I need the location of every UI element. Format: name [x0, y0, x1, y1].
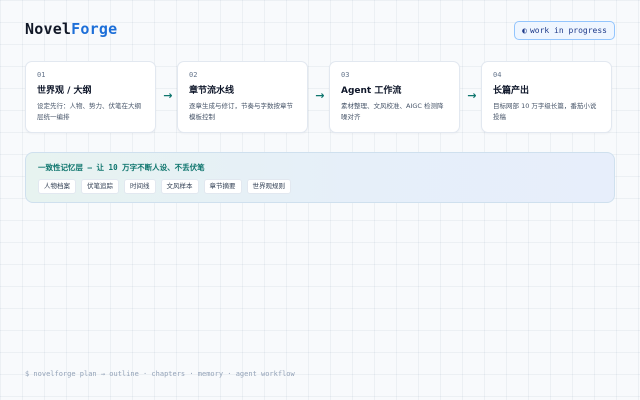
logo-text-forge: Forge: [71, 20, 118, 38]
step-description: 素材整理、文风校准、AIGC 检测降噪对齐: [341, 102, 444, 121]
memory-tag: 世界观规则: [246, 179, 291, 194]
arrow-right-icon: →: [315, 89, 325, 102]
step-number: 01: [37, 71, 46, 79]
memory-tag: 伏笔追踪: [81, 179, 119, 194]
memory-tag: 章节摘要: [203, 179, 242, 194]
half-circle-icon: ◐: [522, 26, 527, 35]
memory-layer-title: 一致性记忆层 — 让 10 万字不断人设、不丢伏笔: [38, 163, 205, 172]
memory-tag-list: 人物档案 伏笔追踪 时间线 文风样本 章节摘要 世界观规则: [38, 179, 602, 194]
step-title: Agent 工作流: [341, 86, 402, 96]
step-number: 04: [493, 71, 502, 79]
memory-tag: 文风样本: [160, 179, 199, 194]
pipeline-card-1: 01 世界观 / 大纲 设定先行：人物、势力、伏笔在大纲层统一编排: [25, 61, 156, 133]
logo-text-novel: Novel: [25, 20, 72, 38]
app-logo: NovelForge: [25, 20, 117, 38]
status-badge: ◐ work in progress: [514, 21, 615, 40]
arrow-right-icon: →: [163, 89, 173, 102]
pipeline-card-2: 02 章节流水线 逐章生成与修订，节奏与字数按章节模板控制: [177, 61, 308, 133]
pipeline-card-3: 03 Agent 工作流 素材整理、文风校准、AIGC 检测降噪对齐: [329, 61, 460, 133]
step-number: 03: [341, 71, 350, 79]
step-description: 逐章生成与修订，节奏与字数按章节模板控制: [189, 102, 293, 121]
pipeline-steps: 01 世界观 / 大纲 设定先行：人物、势力、伏笔在大纲层统一编排 → 02 章…: [25, 61, 615, 133]
step-description: 设定先行：人物、势力、伏笔在大纲层统一编排: [37, 102, 141, 121]
status-badge-label: work in progress: [529, 26, 607, 35]
memory-tag: 时间线: [124, 179, 156, 194]
step-number: 02: [189, 71, 198, 79]
step-title: 章节流水线: [189, 86, 235, 96]
memory-layer-panel: 一致性记忆层 — 让 10 万字不断人设、不丢伏笔 人物档案 伏笔追踪 时间线 …: [25, 152, 615, 203]
step-title: 长篇产出: [493, 86, 530, 96]
step-description: 目标网部 10 万字级长篇，番茄小说投稿: [493, 102, 597, 121]
arrow-right-icon: →: [467, 89, 477, 102]
step-title: 世界观 / 大纲: [37, 86, 92, 96]
memory-tag: 人物档案: [38, 179, 76, 194]
terminal-command-line: $ novelforge plan → outline · chapters ·…: [25, 370, 295, 378]
pipeline-card-4: 04 长篇产出 目标网部 10 万字级长篇，番茄小说投稿: [481, 61, 612, 133]
